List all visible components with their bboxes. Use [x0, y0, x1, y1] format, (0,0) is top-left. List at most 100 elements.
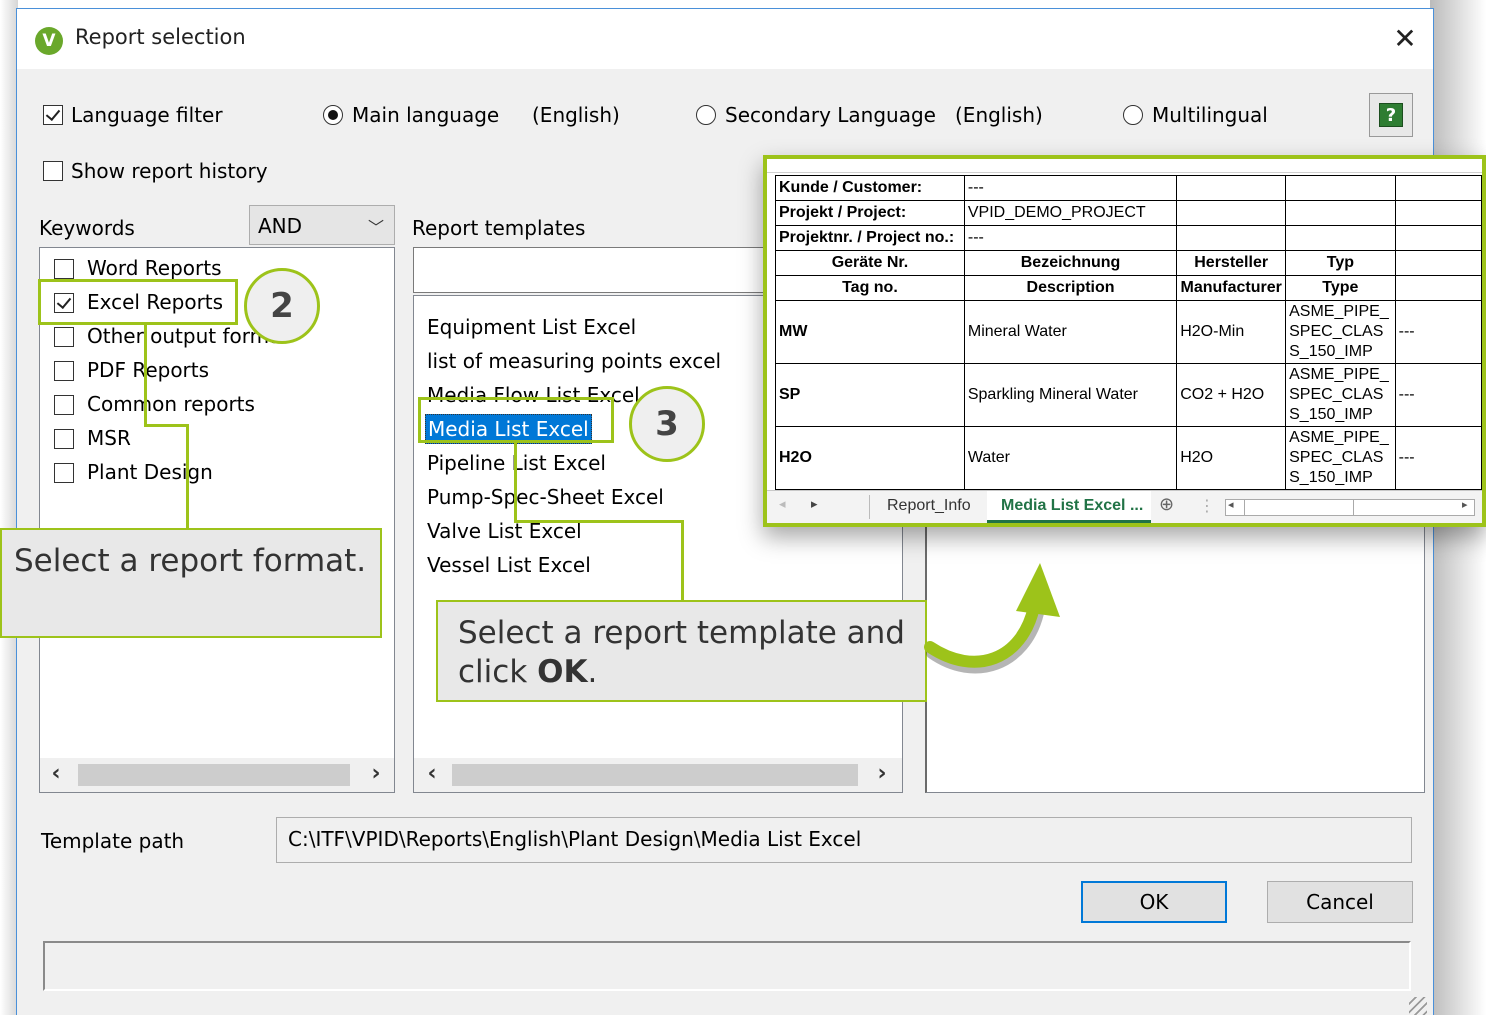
row-extra: --- [1394, 300, 1482, 364]
scroll-left-icon[interactable]: ‹ [420, 762, 444, 786]
keywords-hscrollbar[interactable]: ‹ › [40, 758, 394, 792]
chevron-down-icon: ﹀ [368, 218, 385, 237]
column-header-de: Typ [1285, 250, 1396, 276]
keyword-checkbox-plant-design[interactable] [54, 463, 74, 483]
sheet-header-strip [767, 159, 1482, 173]
column-header-de: Bezeichnung [963, 250, 1178, 276]
multilingual-label: Multilingual [1152, 103, 1268, 127]
keyword-checkbox-other[interactable] [54, 327, 74, 347]
sheet-tab-report-info[interactable]: Report_Info [887, 497, 971, 515]
sheet-prev-icon[interactable]: ◂ [779, 497, 786, 512]
template-item[interactable]: Vessel List Excel [427, 553, 591, 577]
scroll-left-icon[interactable]: ◂ [1228, 498, 1234, 511]
preview-cell [1176, 175, 1287, 201]
keyword-checkbox-word[interactable] [54, 259, 74, 279]
sheet-hscrollbar[interactable]: ◂ ▸ [1225, 498, 1475, 516]
keyword-operator-value: AND [258, 214, 303, 238]
column-header-en: Manufacturer [1176, 275, 1287, 301]
preview-cell [1394, 275, 1482, 301]
project-value: VPID_DEMO_PROJECT [963, 200, 1178, 226]
ok-button[interactable]: OK [1081, 881, 1227, 923]
row-description: Sparkling Mineral Water [963, 363, 1178, 427]
preview-table: Kunde / Customer: --- Projekt / Project:… [775, 175, 1482, 490]
keyword-checkbox-common[interactable] [54, 395, 74, 415]
template-item[interactable]: Pump-Spec-Sheet Excel [427, 485, 664, 509]
callout-format-text: Select a report format. [0, 528, 382, 638]
templates-hscrollbar[interactable]: ‹ › [414, 758, 902, 792]
row-extra: --- [1394, 363, 1482, 427]
more-options-icon[interactable]: ⋮ [1199, 496, 1215, 515]
scroll-right-icon[interactable]: › [364, 762, 388, 786]
keyword-item[interactable]: Word Reports [87, 256, 221, 280]
scroll-thumb[interactable] [452, 764, 858, 786]
callout-template-text-pre: Select a report template and click [458, 615, 905, 690]
show-history-checkbox[interactable] [43, 161, 63, 181]
template-search-input[interactable] [413, 247, 793, 293]
template-item[interactable]: Equipment List Excel [427, 315, 636, 339]
project-no-label: Projektnr. / Project no.: [775, 225, 965, 251]
title-bar: V Report selection ✕ [17, 9, 1433, 69]
template-item[interactable]: list of measuring points excel [427, 349, 721, 373]
resize-grip-icon[interactable] [1409, 997, 1427, 1015]
close-icon[interactable]: ✕ [1387, 21, 1423, 57]
leader-line [514, 520, 684, 523]
scroll-left-icon[interactable]: ‹ [44, 762, 68, 786]
secondary-language-radio[interactable] [696, 105, 716, 125]
sheet-next-icon[interactable]: ▸ [811, 497, 818, 512]
sheet-tab-media-list-label: Media List Excel ... [1001, 497, 1144, 514]
column-header-de: Hersteller [1176, 250, 1287, 276]
callout-template-text-ok: OK [537, 654, 588, 690]
keyword-checkbox-msr[interactable] [54, 429, 74, 449]
curved-arrow-icon [924, 563, 1060, 674]
template-path-label: Template path [41, 829, 185, 853]
main-language-value: (English) [532, 103, 620, 127]
leader-line [514, 443, 517, 523]
help-icon: ? [1379, 103, 1403, 127]
keyword-checkbox-pdf[interactable] [54, 361, 74, 381]
row-manufacturer: CO2 + H2O [1176, 363, 1287, 427]
keyword-operator-select[interactable]: AND ﹀ [249, 205, 395, 245]
scroll-thumb[interactable] [78, 764, 350, 786]
language-filter-checkbox[interactable] [43, 105, 63, 125]
scroll-right-icon[interactable]: ▸ [1462, 498, 1468, 511]
leader-line [144, 424, 189, 427]
keywords-label: Keywords [39, 216, 135, 240]
row-manufacturer: H2O-Min [1176, 300, 1287, 364]
row-type: ASME_PIPE_ SPEC_CLAS S_150_IMP [1285, 426, 1396, 490]
keyword-item[interactable]: Plant Design [87, 460, 213, 484]
highlight-media-list-excel [418, 397, 614, 443]
row-description: Water [963, 426, 1178, 490]
preview-cell [1285, 175, 1396, 201]
scroll-right-icon[interactable]: › [870, 762, 894, 786]
customer-value: --- [963, 175, 1178, 201]
excel-preview: Kunde / Customer: --- Projekt / Project:… [763, 155, 1486, 527]
scroll-thumb[interactable] [1244, 500, 1354, 515]
divider [869, 495, 870, 519]
secondary-language-value: (English) [955, 103, 1043, 127]
sheet-tab-media-list[interactable]: Media List Excel ... [987, 491, 1151, 523]
main-language-radio[interactable] [323, 105, 343, 125]
sheet-tab-bar: ◂ ▸ Report_Info Media List Excel ... ⊕ ⋮… [767, 490, 1482, 523]
show-history-label: Show report history [71, 159, 268, 183]
add-sheet-icon[interactable]: ⊕ [1159, 494, 1174, 515]
callout-step-2: 2 [244, 268, 320, 344]
template-path-field[interactable]: C:\ITF\VPID\Reports\English\Plant Design… [276, 817, 1412, 863]
window-title: Report selection [75, 25, 246, 49]
keyword-item[interactable]: MSR [87, 426, 131, 450]
row-type: ASME_PIPE_ SPEC_CLAS S_150_IMP [1285, 363, 1396, 427]
row-description: Mineral Water [963, 300, 1178, 364]
leader-line [186, 424, 189, 530]
vpid-app-icon: V [35, 27, 63, 55]
help-button[interactable]: ? [1369, 93, 1413, 137]
row-manufacturer: H2O [1176, 426, 1287, 490]
multilingual-radio[interactable] [1123, 105, 1143, 125]
keyword-item[interactable]: Common reports [87, 392, 255, 416]
keyword-item[interactable]: PDF Reports [87, 358, 209, 382]
highlight-excel-reports [38, 279, 238, 325]
row-type: ASME_PIPE_ SPEC_CLAS S_150_IMP [1285, 300, 1396, 364]
report-templates-label: Report templates [412, 216, 586, 240]
column-header-en: Type [1285, 275, 1396, 301]
preview-cell [1394, 225, 1482, 251]
cancel-button[interactable]: Cancel [1267, 881, 1413, 923]
customer-label: Kunde / Customer: [775, 175, 965, 201]
